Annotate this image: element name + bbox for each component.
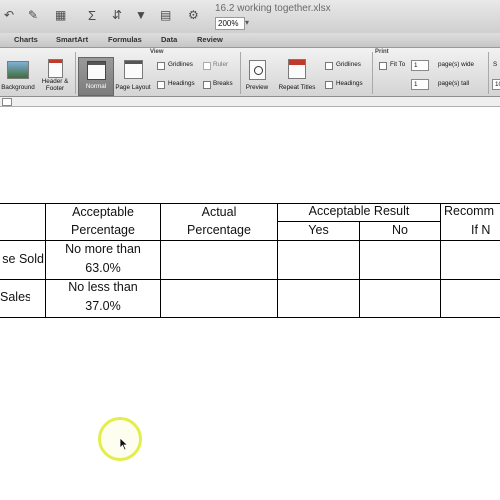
chevron-down-icon[interactable]: ▾ [245, 18, 249, 27]
header-recommend-1[interactable]: Recomm [444, 202, 500, 221]
header-acceptable-percentage-2[interactable]: Percentage [46, 221, 160, 240]
breaks-checkbox[interactable] [203, 81, 211, 89]
header-actual-percentage-2[interactable]: Percentage [161, 221, 277, 240]
standard-toolbar: ↶ ✎ ▦ Σ ⇵ ▼ ▤ ⚙ 16.2 working together.xl… [0, 0, 500, 34]
background-button[interactable]: Background [0, 84, 36, 91]
ruler-checkbox[interactable] [203, 62, 211, 70]
autosum-icon[interactable]: Σ [88, 8, 96, 23]
ruler-label: Ruler [213, 61, 229, 68]
page-layout-button[interactable]: Page Layout [113, 84, 153, 91]
formula-bar [0, 97, 500, 107]
filter-icon[interactable]: ▼ [135, 8, 147, 22]
header-footer-button[interactable]: Header & Footer [38, 78, 72, 92]
zoom-select[interactable]: 200% [215, 17, 245, 30]
scale-label: S [493, 61, 498, 68]
tab-formulas[interactable]: Formulas [108, 35, 142, 44]
acceptable-cell-1[interactable]: No more than [46, 240, 160, 259]
normal-icon [87, 61, 106, 80]
header-no[interactable]: No [360, 221, 440, 240]
page-layout-icon[interactable] [124, 60, 143, 79]
separator [75, 52, 76, 94]
ribbon-tabs: Charts SmartArt Formulas Data Review [0, 33, 500, 48]
window-title: 16.2 working together.xlsx [215, 3, 331, 14]
separator [372, 52, 373, 94]
pages-tall-label: page(s) tall [438, 80, 470, 87]
tab-review[interactable]: Review [197, 35, 223, 44]
acceptable-cell-2[interactable]: 63.0% [46, 259, 160, 278]
headings-print-label: Headings [336, 80, 363, 87]
scale-input[interactable]: 10 [492, 79, 500, 90]
tab-smartart[interactable]: SmartArt [56, 35, 88, 44]
headings-view-checkbox[interactable] [157, 81, 165, 89]
table-border [0, 317, 500, 318]
header-acceptable-result[interactable]: Acceptable Result [278, 202, 440, 221]
undo-icon[interactable]: ↶ [4, 8, 14, 22]
paste-icon[interactable]: ✎ [28, 8, 38, 22]
fit-to-checkbox[interactable] [379, 62, 387, 70]
normal-label: Normal [85, 83, 107, 90]
breaks-label: Breaks [213, 80, 233, 87]
header-footer-icon[interactable] [48, 59, 63, 78]
fit-to-label: Fit To [390, 61, 406, 68]
tab-data[interactable]: Data [161, 35, 177, 44]
group-label-view: View [150, 49, 164, 55]
repeat-titles-button[interactable]: Repeat Titles [274, 84, 320, 91]
sort-icon[interactable]: ⇵ [112, 8, 122, 22]
tab-charts[interactable]: Charts [14, 35, 38, 44]
header-actual-percentage-1[interactable]: Actual [161, 203, 277, 222]
header-acceptable-percentage-1[interactable]: Acceptable [46, 203, 160, 222]
acceptable-cell-2[interactable]: 37.0% [46, 297, 160, 316]
toolbox-icon[interactable]: ⚙ [188, 8, 199, 22]
pages-wide-label: page(s) wide [438, 61, 475, 68]
background-icon[interactable] [7, 61, 29, 79]
header-recommend-2[interactable]: If N [471, 221, 500, 240]
group-label-print: Print [375, 49, 389, 55]
table-border [440, 203, 441, 318]
header-yes[interactable]: Yes [278, 221, 359, 240]
gridlines-print-label: Gridlines [336, 61, 361, 68]
format-icon[interactable]: ▦ [55, 8, 66, 22]
pages-wide-input[interactable]: 1 [411, 60, 429, 71]
name-box[interactable] [2, 98, 12, 106]
headings-view-label: Headings [168, 80, 195, 87]
acceptable-cell-1[interactable]: No less than [46, 278, 160, 297]
row-label[interactable]: Sales [0, 288, 30, 307]
ribbon-layout: View Print Background Header & Footer No… [0, 48, 500, 97]
row-label[interactable]: se Sold [0, 250, 44, 269]
preview-button[interactable]: Preview [242, 84, 272, 91]
gridlines-view-checkbox[interactable] [157, 62, 165, 70]
preview-icon[interactable] [249, 60, 266, 80]
gridlines-print-checkbox[interactable] [325, 62, 333, 70]
headings-print-checkbox[interactable] [325, 81, 333, 89]
separator [488, 52, 489, 94]
gridlines-view-label: Gridlines [168, 61, 193, 68]
repeat-titles-icon[interactable] [288, 59, 306, 79]
normal-view-button[interactable]: Normal [78, 57, 114, 96]
separator [240, 52, 241, 94]
gallery-icon[interactable]: ▤ [160, 8, 171, 22]
mouse-pointer-icon [119, 437, 129, 451]
pages-tall-input[interactable]: 1 [411, 79, 429, 90]
